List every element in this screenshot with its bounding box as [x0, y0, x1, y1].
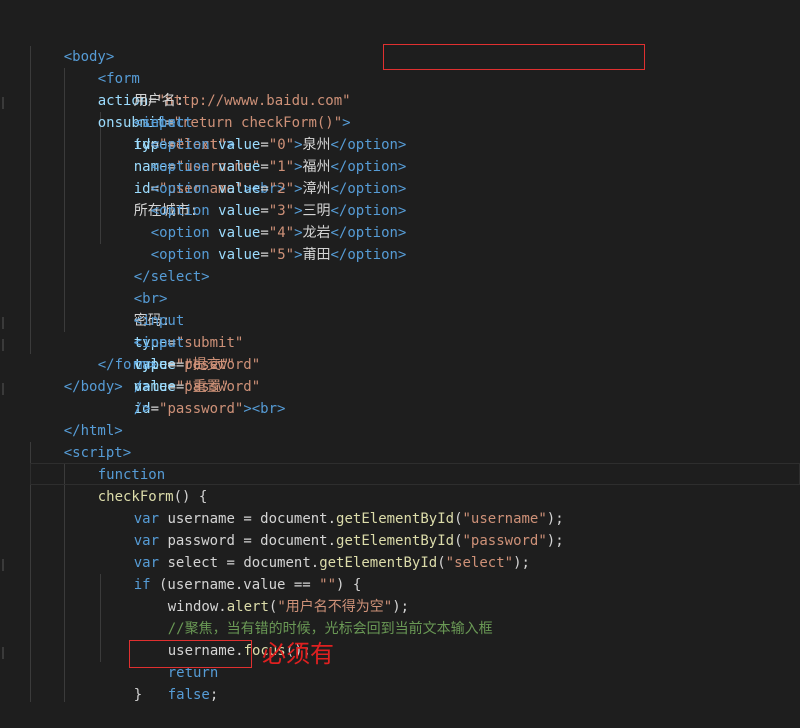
code-line-option: <option value="3">三明</option>	[150, 203, 407, 219]
annotation-box-onsubmit	[383, 44, 645, 70]
code-line-submit-input: <input type="submit" value="提交" />	[133, 313, 244, 395]
code-line-comment: //聚焦，当有错的时候，光标会回到当前文本输入框	[134, 596, 493, 637]
value-reset: "重置"	[184, 379, 230, 395]
keyword-false: false	[167, 687, 210, 703]
editor-gutter	[0, 0, 8, 702]
code-line-form-close: </form>	[64, 332, 157, 373]
code-line-option: <option value="4">龙岩</option>	[150, 225, 407, 241]
code-line-var-select: var select = document.getElementById("se…	[133, 555, 530, 571]
code-line-select-close: </select>	[100, 244, 210, 285]
option-text: 莆田	[302, 247, 331, 263]
code-line-alert: window.alert("用户名不得为空");	[167, 599, 410, 615]
code-line-if: if (username.value == "") {	[133, 577, 362, 593]
code-line-function-decl: function checkForm() {	[97, 467, 208, 505]
code-line-var-username: var username = document.getElementById("…	[133, 511, 564, 527]
code-line-select-open: <select id="select">	[133, 115, 235, 153]
code-line-option: <option value="2">漳州</option>	[150, 181, 407, 197]
code-editor[interactable]: <body> <form action="http://wwww.baidu.c…	[0, 0, 800, 703]
code-line-option: <option value="0">泉州</option>	[150, 137, 407, 153]
code-line-reset-input: <input type="reset" value="重置" />	[133, 335, 235, 417]
tag-body-close: </body>	[63, 379, 123, 395]
annotation-note: 必须有	[262, 640, 334, 668]
code-line-focus: username.focus();	[167, 643, 312, 659]
code-line-username-input: 用户名: <input type="text" name="username" …	[133, 93, 286, 219]
code-line-body-close: </body>	[30, 354, 123, 395]
annotation-box-return-false	[129, 640, 252, 668]
code-line-var-password: var password = document.getElementById("…	[133, 533, 564, 549]
code-line-body-open: <body>	[30, 24, 115, 65]
code-line-form-open: <form action="http://wwww.baidu.com" ons…	[97, 71, 351, 131]
code-line-html-close: </html>	[30, 398, 123, 439]
code-line-option: <option value="1">福州</option>	[150, 159, 407, 175]
code-line-option: <option value="5">莆田</option>	[150, 247, 407, 263]
keyword-function: function	[97, 467, 166, 483]
code-line-password-input: <br> 密码: <input type="password" name="pa…	[133, 291, 286, 417]
code-line-script-open: <script>	[30, 420, 131, 461]
